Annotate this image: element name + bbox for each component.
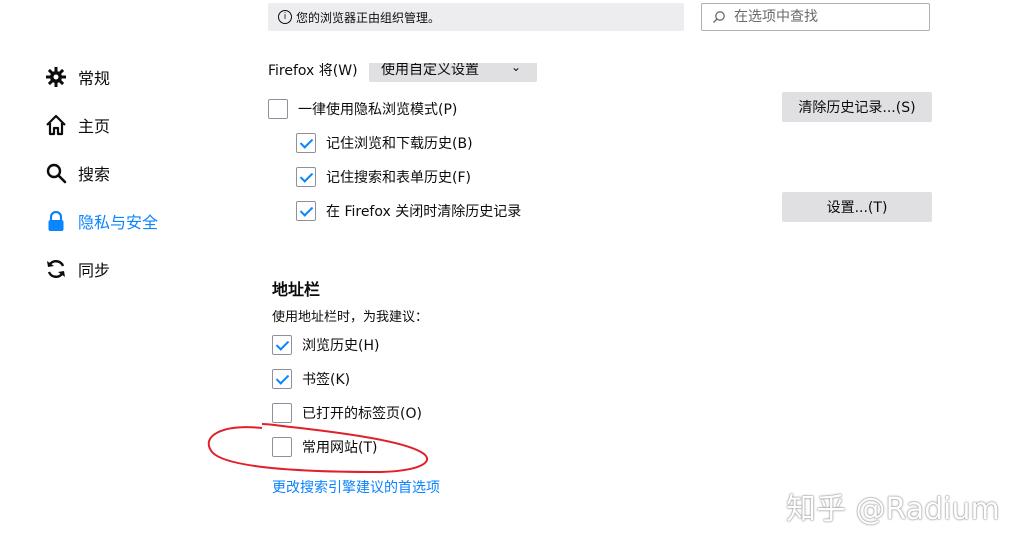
remember-browsing-label: 记住浏览和下载历史(B) [326, 136, 473, 152]
sync-icon [44, 257, 68, 281]
home-icon [44, 113, 68, 137]
sidebar-item-home[interactable]: 主页 [44, 111, 110, 139]
clear-on-close-option[interactable]: 在 Firefox 关闭时清除历史记录 [296, 201, 521, 221]
scroll-clip [260, 33, 960, 63]
suggest-top-sites-option[interactable]: 常用网站(T) [272, 437, 377, 457]
search-icon [712, 10, 726, 24]
suggest-open-tabs-checkbox[interactable] [272, 403, 292, 423]
clear-on-close-checkbox[interactable] [296, 201, 316, 221]
remember-browsing-checkbox[interactable] [296, 133, 316, 153]
private-mode-checkbox[interactable] [268, 99, 288, 119]
sidebar-item-label: 常规 [78, 69, 111, 88]
suggest-history-option[interactable]: 浏览历史(H) [272, 335, 379, 355]
suggest-bookmarks-checkbox[interactable] [272, 369, 292, 389]
sidebar-item-label: 隐私与安全 [78, 213, 159, 232]
change-search-suggestions-link[interactable]: 更改搜索引擎建议的首选项 [272, 477, 440, 497]
sidebar-item-privacy-security[interactable]: 隐私与安全 [44, 207, 158, 235]
search-input[interactable] [732, 8, 926, 26]
suggest-open-tabs-label: 已打开的标签页(O) [302, 406, 422, 422]
info-icon: i [278, 10, 292, 24]
address-bar-description: 使用地址栏时，为我建议： [272, 310, 429, 325]
sidebar-item-label: 同步 [78, 261, 111, 280]
sidebar-item-search[interactable]: 搜索 [44, 159, 110, 187]
remember-search-checkbox[interactable] [296, 167, 316, 187]
watermark: 知乎 @Radium [786, 492, 1000, 527]
history-settings-button[interactable]: 设置...(T) [782, 192, 932, 222]
suggest-top-sites-checkbox[interactable] [272, 437, 292, 457]
remember-search-option[interactable]: 记住搜索和表单历史(F) [296, 167, 471, 187]
suggest-top-sites-label: 常用网站(T) [302, 440, 378, 456]
sidebar-item-label: 主页 [78, 117, 111, 136]
search-icon [44, 161, 68, 185]
suggest-open-tabs-option[interactable]: 已打开的标签页(O) [272, 403, 422, 423]
sidebar-item-sync[interactable]: 同步 [44, 255, 110, 283]
sidebar-item-general[interactable]: 常规 [44, 63, 110, 91]
managed-notice: i 您的浏览器正由组织管理。 [268, 3, 684, 31]
private-mode-label: 一律使用隐私浏览模式(P) [298, 102, 458, 118]
remember-search-label: 记住搜索和表单历史(F) [326, 170, 471, 186]
options-search[interactable] [701, 3, 930, 31]
address-bar-heading: 地址栏 [272, 280, 321, 299]
clear-on-close-label: 在 Firefox 关闭时清除历史记录 [326, 204, 522, 220]
managed-notice-text: 您的浏览器正由组织管理。 [296, 10, 441, 25]
suggest-bookmarks-option[interactable]: 书签(K) [272, 369, 350, 389]
firefox-will-label: Firefox 将(W) [268, 63, 358, 79]
suggest-history-checkbox[interactable] [272, 335, 292, 355]
private-mode-option[interactable]: 一律使用隐私浏览模式(P) [268, 99, 457, 119]
lock-icon [44, 209, 68, 233]
remember-browsing-option[interactable]: 记住浏览和下载历史(B) [296, 133, 473, 153]
sidebar-item-label: 搜索 [78, 165, 111, 184]
clear-history-button[interactable]: 清除历史记录...(S) [782, 92, 932, 122]
suggest-bookmarks-label: 书签(K) [302, 372, 351, 388]
suggest-history-label: 浏览历史(H) [302, 338, 380, 354]
gear-icon [44, 65, 68, 89]
